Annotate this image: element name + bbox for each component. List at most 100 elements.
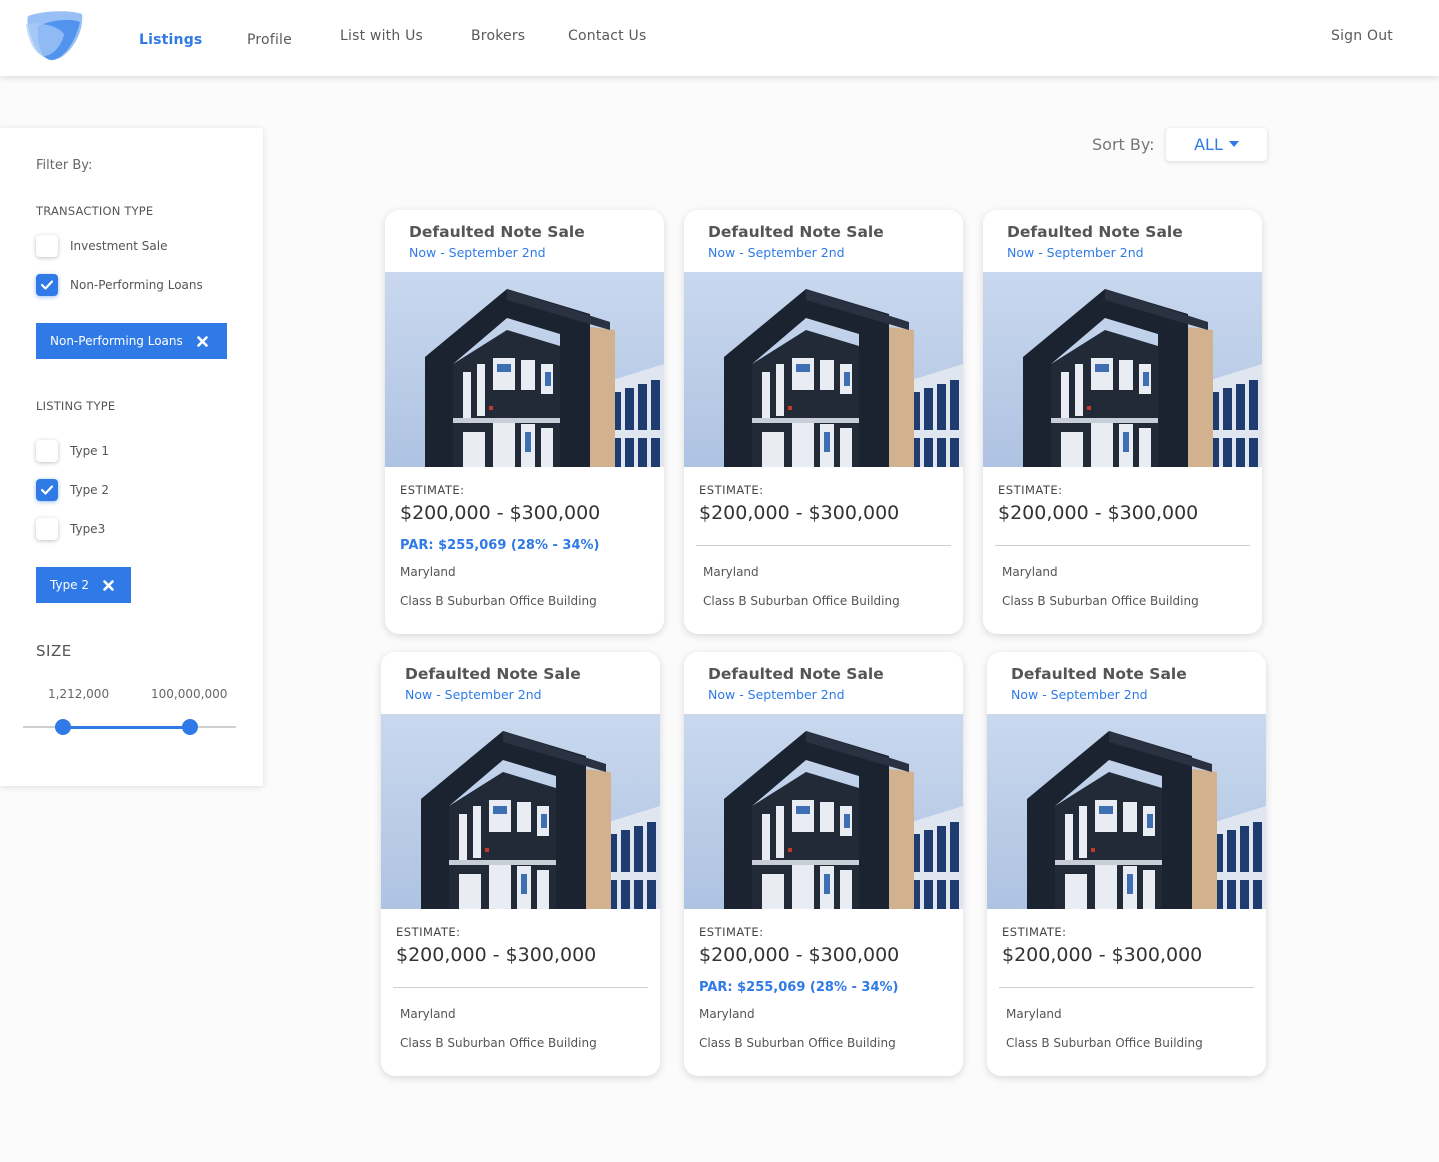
listing-location: Maryland [1002,565,1058,579]
listing-description: Class B Suburban Office Building [400,594,597,608]
size-min-value: 1,212,000 [48,687,110,701]
checkbox-label: Type 2 [70,483,110,497]
listing-photo[interactable] [684,714,963,909]
checkbox-label: Type 1 [70,444,110,458]
listing-description: Class B Suburban Office Building [699,1036,896,1050]
listing-card[interactable]: Defaulted Note Sale Now - September 2nd … [983,210,1262,634]
card-divider [696,545,951,546]
checkbox-box[interactable] [36,274,58,296]
checkbox-type-2[interactable]: Type 2 [36,479,109,501]
listing-type-label: LISTING TYPE [36,399,116,413]
checkbox-box[interactable] [36,440,58,462]
listing-description: Class B Suburban Office Building [1002,594,1199,608]
card-divider [393,987,648,988]
listing-card[interactable]: Defaulted Note Sale Now - September 2nd … [684,652,963,1076]
listing-card[interactable]: Defaulted Note Sale Now - September 2nd … [987,652,1266,1076]
listing-card-header: Defaulted Note Sale Now - September 2nd [983,210,1262,272]
listing-date: Now - September 2nd [708,687,845,702]
listing-location: Maryland [1006,1007,1062,1021]
listing-photo[interactable] [987,714,1266,909]
size-slider-max-handle[interactable] [182,719,198,735]
top-nav-bar: Listings Profile List with Us Brokers Co… [0,0,1439,76]
nav-brokers[interactable]: Brokers [471,28,525,44]
listing-photo[interactable] [381,714,660,909]
filter-chip-non-performing-loans[interactable]: Non-Performing Loans [36,323,227,359]
listing-card-header: Defaulted Note Sale Now - September 2nd [385,210,664,272]
card-divider [999,987,1254,988]
listing-card-header: Defaulted Note Sale Now - September 2nd [987,652,1266,714]
size-max-value: 100,000,000 [151,687,228,701]
listing-card-header: Defaulted Note Sale Now - September 2nd [684,210,963,272]
listing-title: Defaulted Note Sale [1007,223,1183,241]
listing-location: Maryland [400,565,456,579]
transaction-type-label: TRANSACTION TYPE [36,204,154,218]
listing-location: Maryland [400,1007,456,1021]
estimate-value: $200,000 - $300,000 [699,944,900,966]
nav-list-with-us[interactable]: List with Us [340,28,423,44]
sort-value: ALL [1194,135,1223,154]
brand-logo-icon[interactable] [24,10,86,64]
listing-photo[interactable] [983,272,1262,467]
listing-title: Defaulted Note Sale [708,223,884,241]
checkbox-box[interactable] [36,479,58,501]
nav-contact-us[interactable]: Contact Us [568,28,646,44]
filter-chip-type-2[interactable]: Type 2 [36,567,131,603]
listing-location: Maryland [703,565,759,579]
size-slider-range [63,726,190,729]
check-icon [41,280,53,290]
checkbox-box[interactable] [36,518,58,540]
estimate-label: ESTIMATE: [699,925,764,939]
filter-sidebar: Filter By: TRANSACTION TYPE Investment S… [0,128,263,786]
size-label: SIZE [36,642,72,660]
estimate-value: $200,000 - $300,000 [1002,944,1203,966]
nav-profile[interactable]: Profile [247,32,292,48]
checkbox-investment-sale[interactable]: Investment Sale [36,235,167,257]
size-slider-min-handle[interactable] [55,719,71,735]
listing-card[interactable]: Defaulted Note Sale Now - September 2nd … [381,652,660,1076]
listing-description: Class B Suburban Office Building [400,1036,597,1050]
close-icon[interactable] [103,579,114,591]
checkbox-type-3[interactable]: Type3 [36,518,105,540]
checkbox-non-performing-loans[interactable]: Non-Performing Loans [36,274,203,296]
listing-location: Maryland [699,1007,755,1021]
sort-dropdown[interactable]: ALL [1166,128,1267,161]
estimate-value: $200,000 - $300,000 [400,502,601,524]
checkbox-label: Non-Performing Loans [70,278,203,292]
listing-title: Defaulted Note Sale [409,223,585,241]
listing-date: Now - September 2nd [708,245,845,260]
estimate-label: ESTIMATE: [699,483,764,497]
listing-description: Class B Suburban Office Building [703,594,900,608]
listing-description: Class B Suburban Office Building [1006,1036,1203,1050]
estimate-label: ESTIMATE: [1002,925,1067,939]
listing-date: Now - September 2nd [1011,687,1148,702]
sort-label: Sort By: [1092,135,1155,154]
checkbox-type-1[interactable]: Type 1 [36,440,109,462]
sign-out-link[interactable]: Sign Out [1331,28,1393,44]
listing-card[interactable]: Defaulted Note Sale Now - September 2nd … [684,210,963,634]
filter-title: Filter By: [36,158,93,173]
estimate-label: ESTIMATE: [400,483,465,497]
chip-label: Type 2 [50,578,90,592]
listing-card[interactable]: Defaulted Note Sale Now - September 2nd … [385,210,664,634]
checkbox-label: Type3 [70,522,106,536]
listing-title: Defaulted Note Sale [708,665,884,683]
listing-title: Defaulted Note Sale [405,665,581,683]
estimate-value: $200,000 - $300,000 [699,502,900,524]
check-icon [41,485,53,495]
listing-title: Defaulted Note Sale [1011,665,1187,683]
chip-label: Non-Performing Loans [50,334,183,348]
listing-date: Now - September 2nd [405,687,542,702]
checkbox-box[interactable] [36,235,58,257]
listing-card-header: Defaulted Note Sale Now - September 2nd [381,652,660,714]
card-divider [995,545,1250,546]
estimate-label: ESTIMATE: [998,483,1063,497]
listing-photo[interactable] [385,272,664,467]
estimate-value: $200,000 - $300,000 [998,502,1199,524]
listing-photo[interactable] [684,272,963,467]
checkbox-label: Investment Sale [70,239,168,253]
listing-date: Now - September 2nd [409,245,546,260]
caret-down-icon [1228,141,1239,148]
close-icon[interactable] [196,335,208,347]
nav-listings[interactable]: Listings [139,32,202,48]
estimate-label: ESTIMATE: [396,925,461,939]
